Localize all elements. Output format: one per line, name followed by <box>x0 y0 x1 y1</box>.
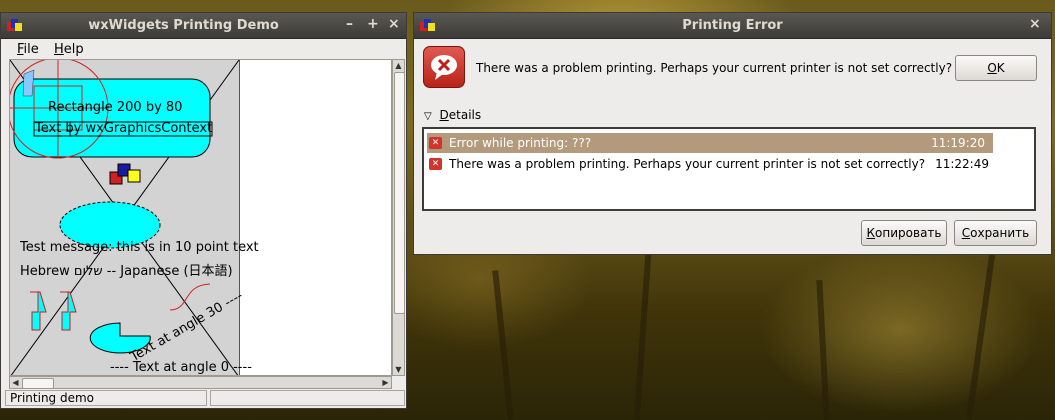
log-time: 11:22:49 <box>935 157 989 171</box>
scroll-right-icon[interactable]: ▶ <box>380 377 391 388</box>
ok-button[interactable]: OK <box>955 55 1037 81</box>
vertical-scroll-thumb[interactable] <box>394 72 405 314</box>
close-button[interactable]: × <box>388 16 400 32</box>
log-text: Error while printing: ??? <box>449 136 592 150</box>
hebrew-line: Hebrew שלום -- Japanese (日本語) <box>20 264 233 279</box>
printing-error-dialog: Printing Error × There was a problem pri… <box>413 12 1052 255</box>
maximize-button[interactable]: + <box>367 16 379 32</box>
vertical-scrollbar[interactable]: ▲ ▼ <box>392 59 405 376</box>
angle-0-text: ---- Text at angle 0 ---- <box>110 360 252 375</box>
gc-text: Text by wxGraphicsContext <box>35 121 213 136</box>
error-small-icon: ✕ <box>429 158 442 170</box>
save-button[interactable]: Сохранить <box>954 220 1037 246</box>
status-field-2 <box>210 390 405 406</box>
log-text: There was a problem printing. Perhaps yo… <box>449 157 926 171</box>
expander-arrow-icon: ▽ <box>424 111 432 122</box>
printing-demo-window: wxWidgets Printing Demo – + × File Help <box>0 12 407 409</box>
log-time: 11:19:20 <box>931 136 985 150</box>
error-small-icon: ✕ <box>429 137 442 149</box>
menu-file[interactable]: File <box>17 42 39 57</box>
scroll-down-icon[interactable]: ▼ <box>393 364 404 375</box>
print-preview-canvas[interactable]: Rectangle 200 by 80 Text by wxGraphicsCo… <box>9 59 392 376</box>
test-message: Test message: this is in 10 point text <box>20 240 259 255</box>
log-row[interactable]: ✕ Error while printing: ??? 11:19:20 <box>427 133 993 153</box>
status-text: Printing demo <box>5 390 207 406</box>
details-expander[interactable]: ▽ Details <box>424 108 481 122</box>
dialog-titlebar[interactable]: Printing Error × <box>414 13 1051 39</box>
menu-help[interactable]: Help <box>54 42 84 57</box>
copy-button[interactable]: Копировать <box>861 220 947 246</box>
horizontal-scroll-thumb[interactable] <box>22 378 54 389</box>
error-icon <box>423 46 465 88</box>
window-titlebar[interactable]: wxWidgets Printing Demo – + × <box>1 13 406 39</box>
horizontal-scrollbar[interactable]: ◀ ▶ <box>9 376 392 389</box>
dialog-close-button[interactable]: × <box>1029 16 1041 32</box>
statusbar: Printing demo <box>5 389 405 407</box>
menubar: File Help <box>1 39 406 59</box>
scroll-left-icon[interactable]: ◀ <box>10 377 21 388</box>
log-list[interactable]: ✕ Error while printing: ??? 11:19:20 ✕ T… <box>422 127 1036 211</box>
minimize-button[interactable]: – <box>346 16 353 32</box>
rect-text: Rectangle 200 by 80 <box>48 100 183 115</box>
error-message: There was a problem printing. Perhaps yo… <box>476 61 953 75</box>
scroll-up-icon[interactable]: ▲ <box>393 60 404 71</box>
dialog-title: Printing Error <box>682 18 783 33</box>
log-row[interactable]: ✕ There was a problem printing. Perhaps … <box>427 154 993 174</box>
